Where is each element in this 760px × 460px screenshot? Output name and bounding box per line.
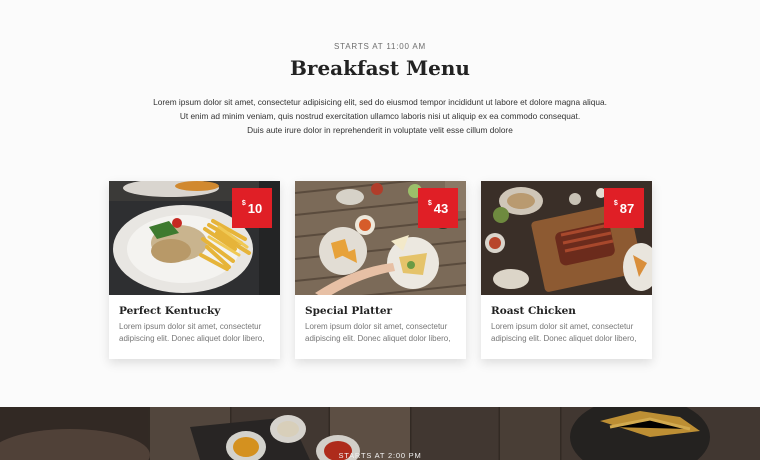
price-badge: $87 — [604, 188, 644, 228]
section-lead: Lorem ipsum dolor sit amet, consectetur … — [140, 95, 620, 137]
menu-item-description: Lorem ipsum dolor sit amet, consectetur … — [119, 322, 265, 343]
menu-card-perfect-kentucky[interactable]: $10 Perfect Kentucky Lorem ipsum dolor s… — [109, 181, 280, 359]
menu-item-description: Lorem ipsum dolor sit amet, consectetur … — [305, 322, 451, 343]
lead-line: Duis aute irure dolor in reprehenderit i… — [247, 125, 513, 135]
section-eyebrow: STARTS AT 11:00 AM — [334, 42, 426, 51]
menu-card-roast-chicken[interactable]: $87 Roast Chicken Lorem ipsum dolor sit … — [481, 181, 652, 359]
menu-item-name[interactable]: Roast Chicken — [491, 305, 576, 317]
lead-line: Lorem ipsum dolor sit amet, consectetur … — [153, 97, 607, 107]
menu-card-special-platter[interactable]: $43 Special Platter Lorem ipsum dolor si… — [295, 181, 466, 359]
price-badge: $43 — [418, 188, 458, 228]
breakfast-section: STARTS AT 11:00 AM Breakfast Menu Lorem … — [0, 0, 760, 407]
price-badge: $10 — [232, 188, 272, 228]
menu-item-photo[interactable]: $87 — [481, 181, 652, 295]
menu-item-name[interactable]: Special Platter — [305, 305, 392, 317]
menu-item-name[interactable]: Perfect Kentucky — [119, 305, 220, 317]
section-title: Breakfast Menu — [290, 56, 470, 80]
lead-line: Ut enim ad minim veniam, quis nostrud ex… — [179, 111, 581, 121]
next-section-eyebrow: STARTS AT 2:00 PM — [338, 451, 422, 460]
menu-item-description: Lorem ipsum dolor sit amet, consectetur … — [491, 322, 637, 343]
menu-item-photo[interactable]: $43 — [295, 181, 466, 295]
menu-item-photo[interactable]: $10 — [109, 181, 280, 295]
